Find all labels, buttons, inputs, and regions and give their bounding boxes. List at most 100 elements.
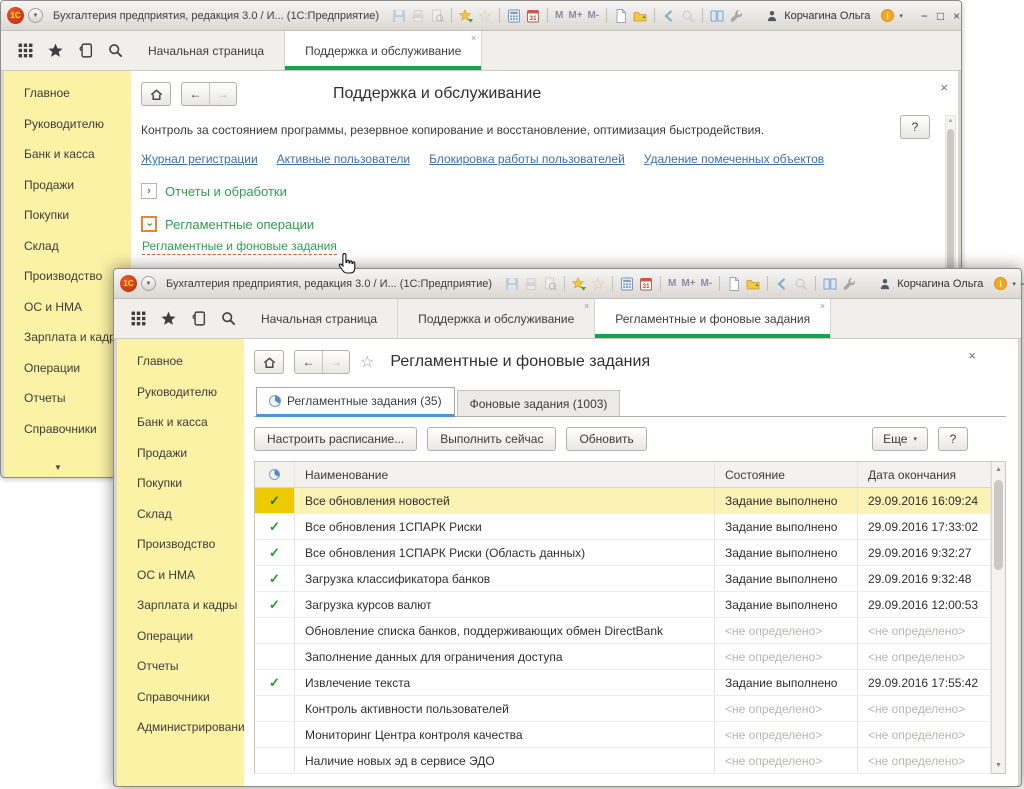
- current-user[interactable]: Корчагина Ольга: [764, 8, 870, 24]
- sidebar-item[interactable]: Операции: [4, 353, 131, 384]
- print-icon[interactable]: [410, 8, 426, 24]
- memory-icon[interactable]: M: [667, 278, 677, 289]
- memory-plus-icon[interactable]: M+: [567, 10, 583, 21]
- sidebar-item[interactable]: ОС и НМА: [117, 560, 244, 591]
- sidebar-more-icon[interactable]: ▼: [54, 463, 62, 472]
- sidebar-item[interactable]: Главное: [4, 78, 131, 109]
- sidebar-item[interactable]: Производство: [117, 529, 244, 560]
- sidebar-item[interactable]: Отчеты: [4, 383, 131, 414]
- app-logo[interactable]: 1С: [120, 275, 137, 292]
- forward-button[interactable]: →: [209, 83, 236, 105]
- scheduled-jobs-link[interactable]: Регламентные и фоновые задания: [142, 239, 337, 255]
- sidebar-item[interactable]: Зарплата и кадры: [117, 590, 244, 621]
- scroll-down-icon[interactable]: ▼: [992, 762, 1005, 769]
- table-row[interactable]: ✓ Мониторинг Центра контроля качества <н…: [255, 722, 991, 748]
- print-icon[interactable]: [523, 276, 539, 292]
- view-tab[interactable]: Фоновые задания (1003): [457, 390, 621, 416]
- favorites-icon[interactable]: [590, 276, 606, 292]
- close-form-icon[interactable]: ×: [968, 349, 976, 362]
- window-tab[interactable]: Начальная страница ×: [241, 299, 398, 338]
- close-tab-icon[interactable]: ×: [820, 302, 825, 311]
- home-button[interactable]: [254, 350, 284, 374]
- table-row[interactable]: ✓ Загрузка классификатора банков Задание…: [255, 566, 991, 592]
- memory-icon[interactable]: M: [554, 10, 564, 21]
- section-title[interactable]: Отчеты и обработки: [165, 184, 287, 199]
- open-file-icon[interactable]: [632, 8, 648, 24]
- minimize-button[interactable]: −: [921, 9, 928, 23]
- search-icon[interactable]: [220, 310, 237, 327]
- service-settings-icon[interactable]: [841, 276, 857, 292]
- action-link[interactable]: Блокировка работы пользователей: [429, 152, 625, 166]
- history-icon[interactable]: [77, 42, 94, 59]
- section-title[interactable]: Регламентные операции: [165, 217, 314, 232]
- print-preview-icon[interactable]: [429, 8, 445, 24]
- sidebar-item[interactable]: Склад: [4, 231, 131, 262]
- table-row[interactable]: ✓ Извлечение текста Задание выполнено 29…: [255, 670, 991, 696]
- action-link[interactable]: Удаление помеченных объектов: [644, 152, 824, 166]
- calendar-icon[interactable]: 31: [525, 8, 541, 24]
- back-button[interactable]: ←: [182, 83, 209, 105]
- sidebar-item[interactable]: Главное: [117, 346, 244, 377]
- table-row[interactable]: ✓ Загрузка курсов валют Задание выполнен…: [255, 592, 991, 618]
- information-icon[interactable]: i: [993, 276, 1008, 292]
- favorite-star-icon[interactable]: ☆: [360, 352, 374, 372]
- sidebar-item[interactable]: Продажи: [4, 170, 131, 201]
- command-button[interactable]: Настроить расписание...: [254, 427, 417, 451]
- favorites-panel-icon[interactable]: [160, 310, 177, 327]
- help-button[interactable]: ?: [938, 427, 968, 451]
- scrollbar-thumb[interactable]: [994, 480, 1003, 570]
- window-tab[interactable]: Поддержка и обслуживание ×: [285, 31, 482, 70]
- print-preview-icon[interactable]: [542, 276, 558, 292]
- sidebar-item[interactable]: Зарплата и кадры: [4, 322, 131, 353]
- information-icon[interactable]: i: [880, 8, 895, 24]
- scroll-up-icon[interactable]: ▲: [946, 118, 955, 124]
- open-file-icon[interactable]: [745, 276, 761, 292]
- minimize-button[interactable]: −: [1020, 277, 1024, 291]
- memory-minus-icon[interactable]: M-: [587, 10, 601, 21]
- service-settings-icon[interactable]: [728, 8, 744, 24]
- table-row[interactable]: ✓ Обновление списка банков, поддерживающ…: [255, 618, 991, 644]
- main-menu-icon[interactable]: [130, 310, 147, 327]
- history-icon[interactable]: [190, 310, 207, 327]
- add-to-favorites-icon[interactable]: [571, 276, 587, 292]
- system-menu-button[interactable]: ▼: [141, 276, 156, 291]
- save-icon[interactable]: [504, 276, 520, 292]
- table-row[interactable]: ✓ Все обновления 1СПАРК Риски (Область д…: [255, 540, 991, 566]
- name-column-header[interactable]: Наименование: [295, 462, 715, 487]
- help-button[interactable]: ?: [900, 115, 930, 139]
- table-row[interactable]: ✓ Контроль активности пользователей <не …: [255, 696, 991, 722]
- split-window-icon[interactable]: [822, 276, 838, 292]
- new-document-icon[interactable]: [726, 276, 742, 292]
- maximize-button[interactable]: □: [937, 9, 944, 23]
- close-tab-icon[interactable]: ×: [471, 34, 476, 43]
- add-to-favorites-icon[interactable]: [458, 8, 474, 24]
- expand-chevron-icon[interactable]: ›: [141, 183, 157, 199]
- close-form-icon[interactable]: ×: [940, 81, 948, 94]
- back-icon[interactable]: [661, 8, 677, 24]
- sidebar-item[interactable]: Руководителю: [4, 109, 131, 140]
- calculator-icon[interactable]: [506, 8, 522, 24]
- sidebar-item[interactable]: Покупки: [117, 468, 244, 499]
- sidebar-item[interactable]: Руководителю: [117, 377, 244, 408]
- forward-button[interactable]: →: [322, 351, 349, 373]
- window-tab[interactable]: Поддержка и обслуживание ×: [398, 299, 595, 338]
- favorites-icon[interactable]: [477, 8, 493, 24]
- sidebar-item[interactable]: Банк и касса: [117, 407, 244, 438]
- sidebar-item[interactable]: ОС и НМА: [4, 292, 131, 323]
- sidebar-item[interactable]: Склад: [117, 499, 244, 530]
- window-tab[interactable]: Начальная страница ×: [128, 31, 285, 70]
- action-link[interactable]: Активные пользователи: [277, 152, 410, 166]
- back-icon[interactable]: [774, 276, 790, 292]
- sidebar-item[interactable]: Банк и касса: [4, 139, 131, 170]
- memory-plus-icon[interactable]: M+: [680, 278, 696, 289]
- info-dropdown-icon[interactable]: ▾: [899, 12, 903, 20]
- search-icon[interactable]: [107, 42, 124, 59]
- app-logo[interactable]: 1С: [7, 7, 24, 24]
- view-tab[interactable]: Регламентные задания (35): [256, 387, 455, 417]
- table-row[interactable]: ✓ Все обновления новостей Задание выполн…: [255, 488, 991, 514]
- split-window-icon[interactable]: [709, 8, 725, 24]
- info-dropdown-icon[interactable]: ▾: [1012, 280, 1016, 288]
- close-tab-icon[interactable]: ×: [584, 302, 589, 311]
- table-row[interactable]: ✓ Заполнение данных для ограничения дост…: [255, 644, 991, 670]
- calculator-icon[interactable]: [619, 276, 635, 292]
